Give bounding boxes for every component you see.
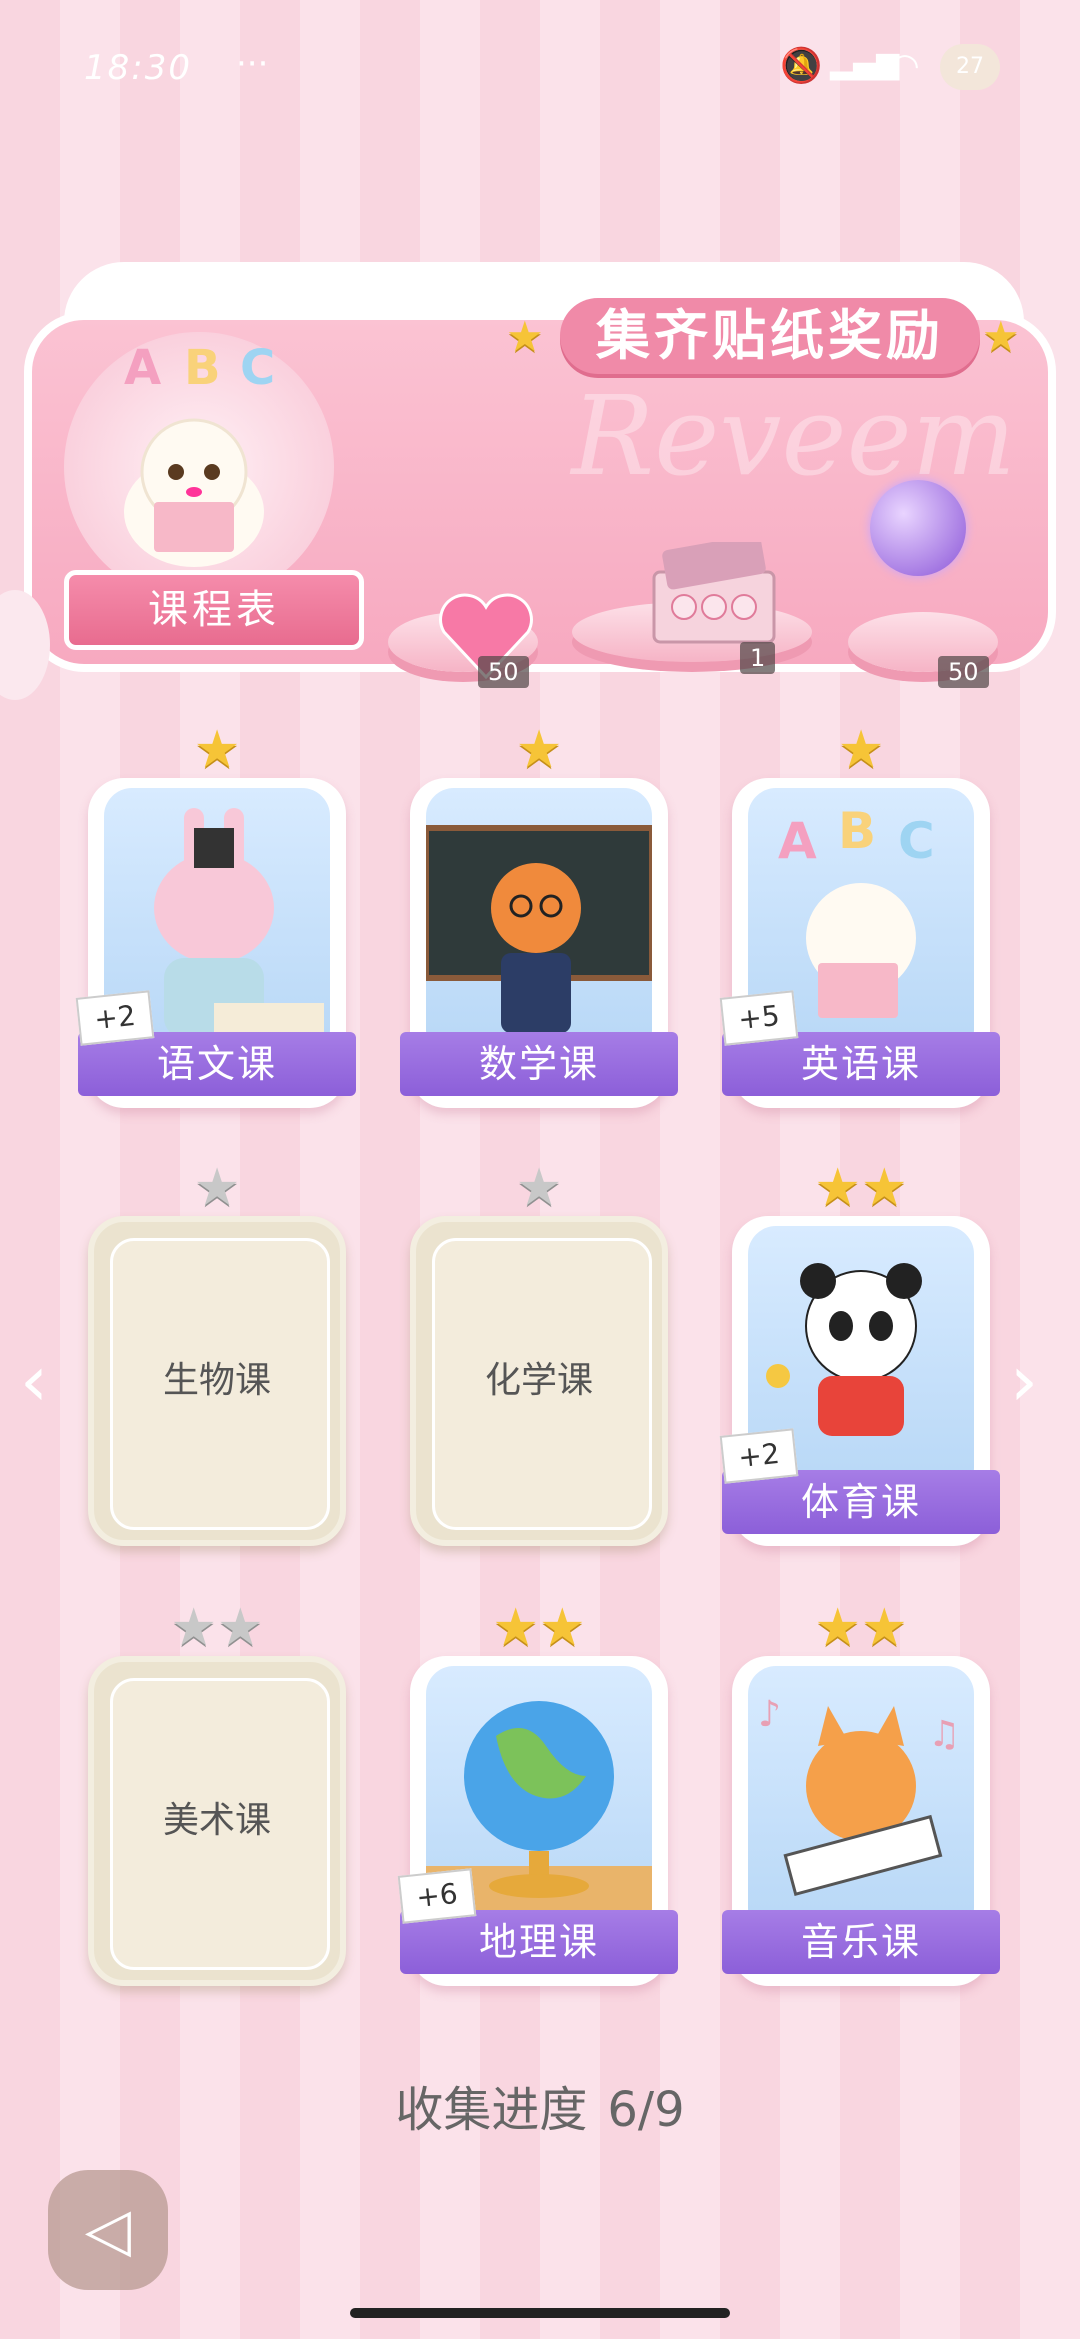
star-rating: ★ [88, 720, 346, 780]
bonus-badge: +2 [75, 990, 155, 1046]
svg-text:♪: ♪ [758, 1694, 781, 1735]
svg-text:B: B [838, 802, 876, 860]
schedule-button[interactable]: 课程表 [64, 570, 364, 650]
bonus-badge: +5 [719, 990, 799, 1046]
reward-banner: Reveem ★ 集齐贴纸奖励 ★ A B C 课程表 50 1 50 [24, 262, 1056, 688]
star-rating: ★★ [410, 1598, 668, 1658]
banner-title: 集齐贴纸奖励 [560, 298, 980, 374]
status-bar: 18:30 ··· 🔕 ▂▄▆ ◠ 27 [0, 0, 1080, 140]
battery-icon: 27 [940, 44, 1000, 90]
letter-b-icon: B [184, 340, 221, 396]
wifi-icon: ◠ [890, 46, 920, 86]
star-icon: ★ [492, 1598, 539, 1658]
course-card-geography[interactable]: ★★ 地理课 +6 [397, 1598, 678, 1986]
course-card-biology[interactable]: ★ 生物课 [88, 1158, 346, 1546]
gift-box-icon[interactable] [644, 542, 784, 652]
course-label: 音乐课 [722, 1910, 1000, 1974]
star-icon: ★ [506, 312, 544, 361]
progress-label: 收集进度 [395, 2082, 588, 2138]
course-card-math[interactable]: ★ 数学课 [400, 720, 678, 1108]
energy-orb-count: 50 [938, 656, 989, 688]
cat-keyboard-icon: ♪ ♫ [748, 1666, 974, 1936]
course-card-pe[interactable]: ★★ 体育课 +2 [719, 1158, 1000, 1546]
course-card-music[interactable]: ★★ ♪ ♫ 音乐课 [722, 1598, 1000, 1986]
progress-value: 6/9 [607, 2082, 685, 2138]
prev-page-arrow-icon[interactable]: ‹ [20, 1340, 48, 1422]
energy-orb-icon[interactable] [870, 480, 966, 576]
course-card-english[interactable]: ★ A B C 英语课 +5 [719, 720, 1000, 1108]
back-button[interactable]: ◁ [48, 2170, 168, 2290]
star-icon: ★ [837, 720, 885, 780]
star-icon: ★ [861, 1598, 908, 1658]
fox-teacher-icon [426, 788, 652, 1058]
banner-watermark: Reveem [571, 372, 1016, 500]
star-icon: ★ [861, 1158, 908, 1218]
star-icon: ★ [814, 1598, 861, 1658]
svg-text:♫: ♫ [928, 1714, 960, 1755]
letter-c-icon: C [240, 340, 276, 396]
puppy-icon [124, 418, 264, 567]
star-icon: ★ [982, 312, 1020, 361]
star-icon: ★ [193, 720, 241, 780]
mute-icon: 🔕 [780, 46, 823, 86]
course-card-art[interactable]: ★★ 美术课 [88, 1598, 346, 1986]
back-icon: ◁ [84, 2195, 132, 2265]
course-label: 生物课 [162, 1360, 271, 1401]
gift-box-count: 1 [740, 642, 776, 674]
course-card-chinese[interactable]: ★ 语文课 +2 [75, 720, 356, 1108]
signal-icon: ▂▄▆ [830, 46, 900, 81]
svg-text:C: C [898, 812, 935, 870]
next-page-arrow-icon[interactable]: › [1010, 1340, 1038, 1422]
star-icon: ★ [814, 1158, 861, 1218]
star-rating: ★★ [732, 1158, 990, 1218]
star-icon: ★ [539, 1598, 586, 1658]
heart-gem-count: 50 [478, 656, 529, 688]
status-time: 18:30 [84, 48, 192, 88]
home-indicator[interactable] [350, 2308, 730, 2318]
star-rating: ★ [410, 720, 668, 780]
star-rating: ★★ [732, 1598, 990, 1658]
course-card-chemistry[interactable]: ★ 化学课 [410, 1158, 668, 1546]
svg-text:A: A [778, 812, 817, 870]
star-rating: ★ [732, 720, 990, 780]
bonus-badge: +6 [397, 1868, 477, 1924]
course-label: 美术课 [162, 1800, 271, 1841]
collection-progress: 收集进度 6/9 [0, 2070, 1080, 2140]
status-dots: ··· [236, 44, 269, 84]
letter-a-icon: A [124, 340, 162, 396]
star-icon: ★ [515, 720, 563, 780]
course-label: 化学课 [484, 1360, 593, 1401]
course-label: 数学课 [400, 1032, 678, 1096]
bonus-badge: +2 [719, 1428, 799, 1484]
